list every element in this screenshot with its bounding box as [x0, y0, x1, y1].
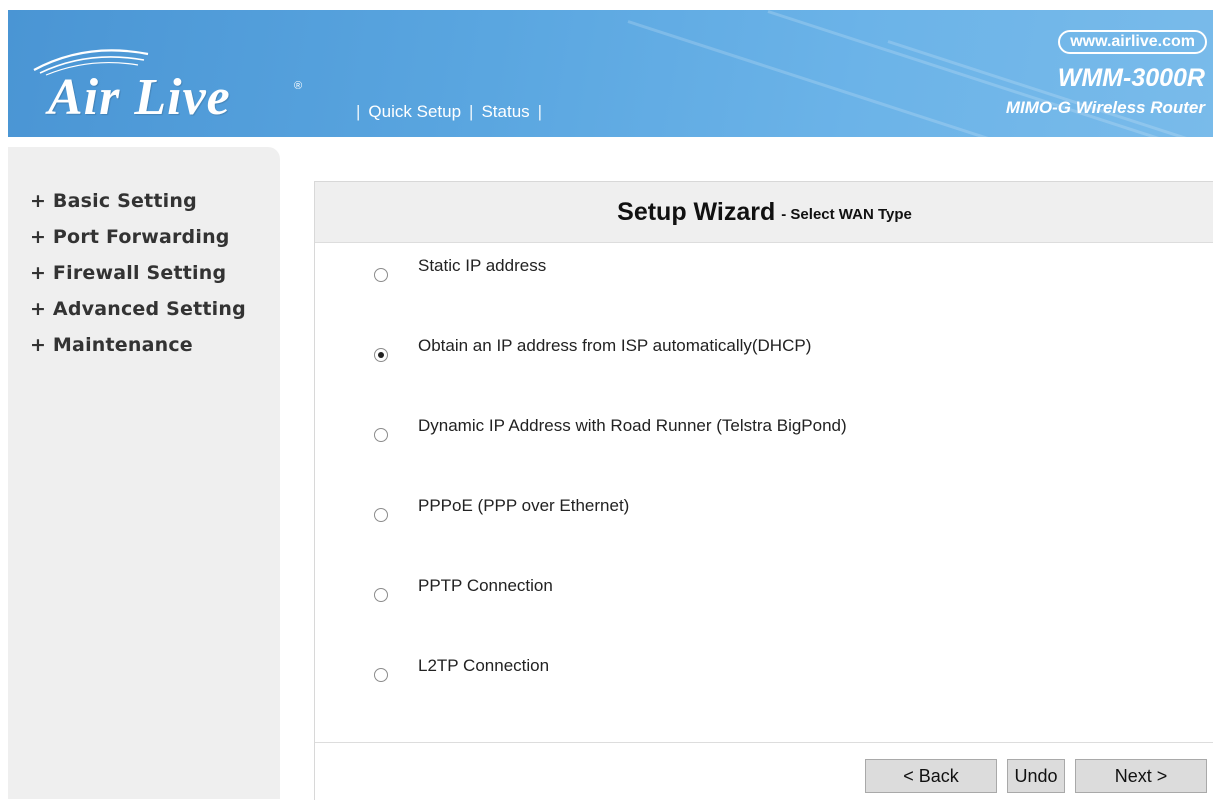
radio-static-ip[interactable] [374, 268, 388, 282]
wizard-button-bar: < Back Undo Next > [315, 742, 1213, 801]
label-l2tp[interactable]: L2TP Connection [418, 656, 549, 676]
sidebar-item-maintenance[interactable]: + Maintenance [30, 327, 280, 363]
nav-quick-setup[interactable]: Quick Setup [368, 102, 461, 122]
radio-pppoe[interactable] [374, 508, 388, 522]
sidebar-item-basic-setting[interactable]: + Basic Setting [30, 183, 280, 219]
wan-option-l2tp: L2TP Connection [315, 656, 1213, 686]
label-road-runner[interactable]: Dynamic IP Address with Road Runner (Tel… [418, 416, 847, 436]
radio-l2tp[interactable] [374, 668, 388, 682]
logo-registered-mark: ® [294, 80, 303, 92]
radio-pptp[interactable] [374, 588, 388, 602]
wan-option-dhcp: Obtain an IP address from ISP automatica… [315, 336, 1213, 366]
next-button[interactable]: Next > [1075, 759, 1207, 793]
label-static-ip[interactable]: Static IP address [418, 256, 546, 276]
header-banner: Air Live ® | Quick Setup | Status | www.… [8, 10, 1213, 137]
wizard-title: Setup Wizard [617, 197, 776, 226]
wizard-header: Setup Wizard - Select WAN Type [315, 182, 1213, 243]
undo-button[interactable]: Undo [1007, 759, 1065, 793]
back-button[interactable]: < Back [865, 759, 997, 793]
nav-status[interactable]: Status [481, 102, 529, 122]
label-pppoe[interactable]: PPPoE (PPP over Ethernet) [418, 496, 629, 516]
sidebar-item-port-forwarding[interactable]: + Port Forwarding [30, 219, 280, 255]
sidebar-menu: + Basic Setting + Port Forwarding + Fire… [8, 147, 280, 799]
label-pptp[interactable]: PPTP Connection [418, 576, 553, 596]
radio-road-runner[interactable] [374, 428, 388, 442]
wan-option-pptp: PPTP Connection [315, 576, 1213, 606]
wizard-subtitle: - Select WAN Type [781, 205, 912, 223]
wan-option-road-runner: Dynamic IP Address with Road Runner (Tel… [315, 416, 1213, 446]
site-url-badge: www.airlive.com [1058, 30, 1207, 54]
label-dhcp[interactable]: Obtain an IP address from ISP automatica… [418, 336, 811, 356]
wan-option-pppoe: PPPoE (PPP over Ethernet) [315, 496, 1213, 526]
sidebar-item-advanced-setting[interactable]: + Advanced Setting [30, 291, 280, 327]
radio-dhcp[interactable] [374, 348, 388, 362]
model-description: MIMO-G Wireless Router [1005, 98, 1205, 117]
sidebar-item-firewall-setting[interactable]: + Firewall Setting [30, 255, 280, 291]
wan-option-static-ip: Static IP address [315, 256, 1213, 286]
logo-text: Air Live [48, 69, 231, 126]
top-navigation: | Quick Setup | Status | [356, 102, 543, 122]
setup-wizard-panel: Setup Wizard - Select WAN Type Static IP… [314, 181, 1213, 801]
model-name: WMM-3000R [1057, 64, 1205, 92]
airlive-logo: Air Live ® [18, 40, 318, 135]
